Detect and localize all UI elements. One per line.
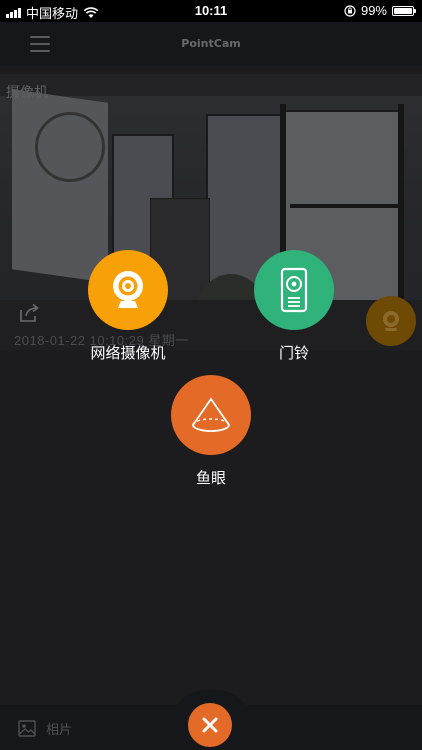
fisheye-option[interactable]: 鱼眼 xyxy=(171,375,251,488)
webcam-icon xyxy=(113,271,143,308)
app-title: PointCam xyxy=(181,37,241,50)
fisheye-icon xyxy=(192,397,230,432)
close-button[interactable] xyxy=(188,703,232,747)
status-right: 99% xyxy=(344,3,416,18)
photo-icon xyxy=(18,720,36,737)
app-screen: 中国移动 10:11 99% PointCam 摄像机 2018-01-22 1… xyxy=(0,0,422,750)
battery-percent: 99% xyxy=(360,3,387,18)
close-icon xyxy=(202,717,218,733)
fisheye-option-label: 鱼眼 xyxy=(195,469,226,487)
nav-bar: PointCam xyxy=(0,22,422,66)
doorbell-option-circle[interactable] xyxy=(254,250,334,330)
share-icon[interactable] xyxy=(18,302,40,324)
status-bar: 中国移动 10:11 99% xyxy=(0,0,422,22)
webcam-option-label: 网络摄像机 xyxy=(90,344,166,362)
doorbell-icon xyxy=(280,267,308,313)
battery-icon xyxy=(392,5,416,16)
doorbell-option[interactable]: 门铃 xyxy=(254,250,334,363)
webcam-option-circle[interactable] xyxy=(88,250,168,330)
webcam-icon xyxy=(366,296,416,346)
camera-label: 摄像机 xyxy=(6,85,48,101)
orientation-lock-icon xyxy=(344,4,356,17)
webcam-option[interactable]: 网络摄像机 xyxy=(80,250,176,363)
fisheye-option-circle[interactable] xyxy=(171,375,251,455)
doorbell-option-label: 门铃 xyxy=(278,344,309,362)
tab-photos[interactable]: 相片 xyxy=(18,719,72,738)
camera-preview[interactable]: 摄像机 2018-01-22 10:10:29 星期一 xyxy=(0,74,422,350)
tab-photos-label: 相片 xyxy=(46,723,73,738)
